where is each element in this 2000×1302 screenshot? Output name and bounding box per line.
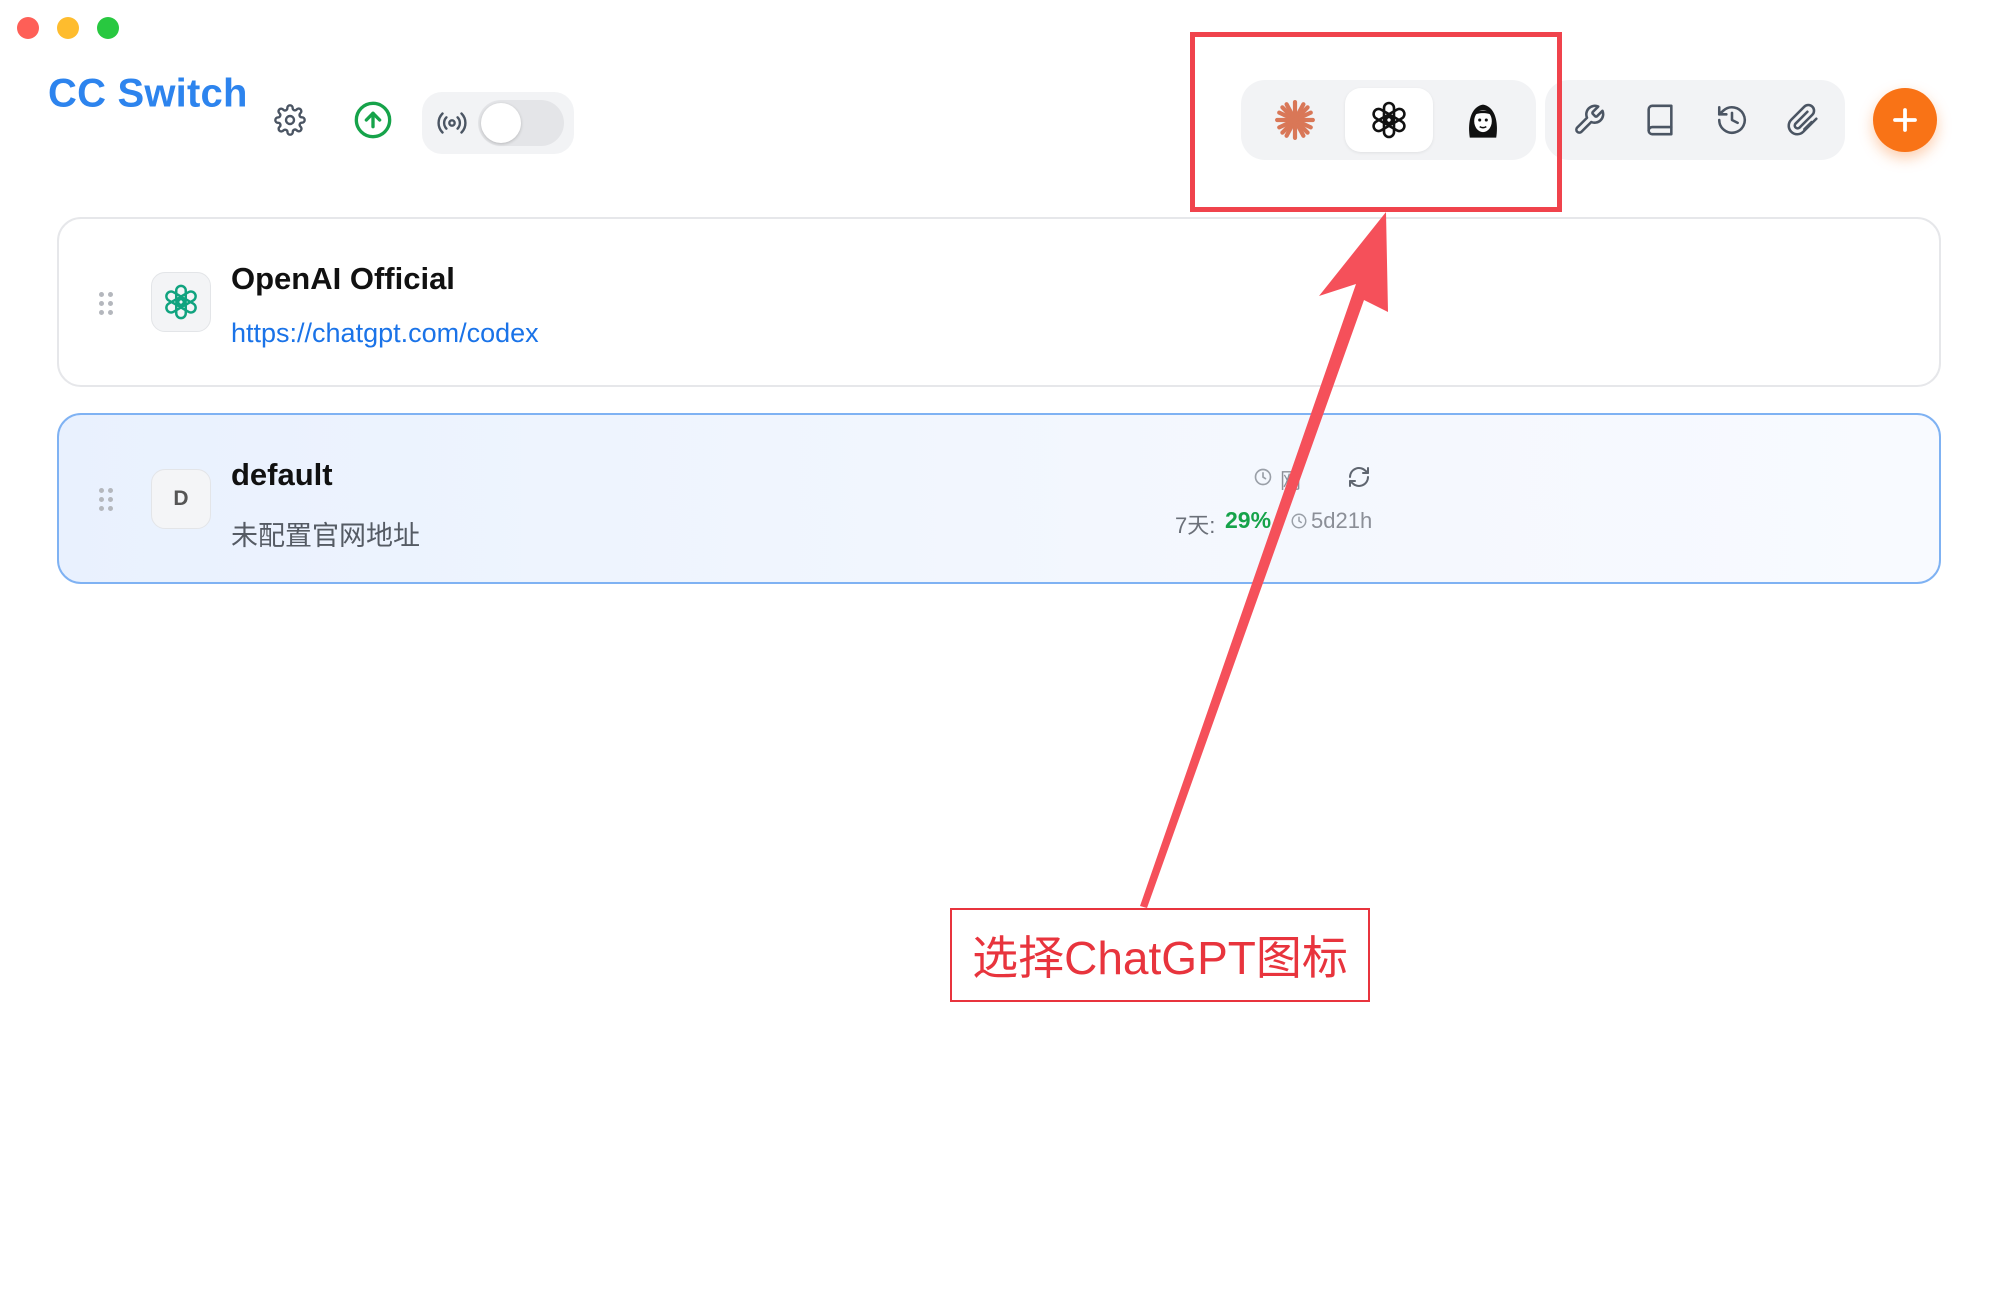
annotation-callout: 选择ChatGPT图标 — [950, 908, 1370, 1002]
annotation-highlight-box — [1190, 32, 1562, 212]
annotation-arrow — [1140, 212, 1388, 908]
